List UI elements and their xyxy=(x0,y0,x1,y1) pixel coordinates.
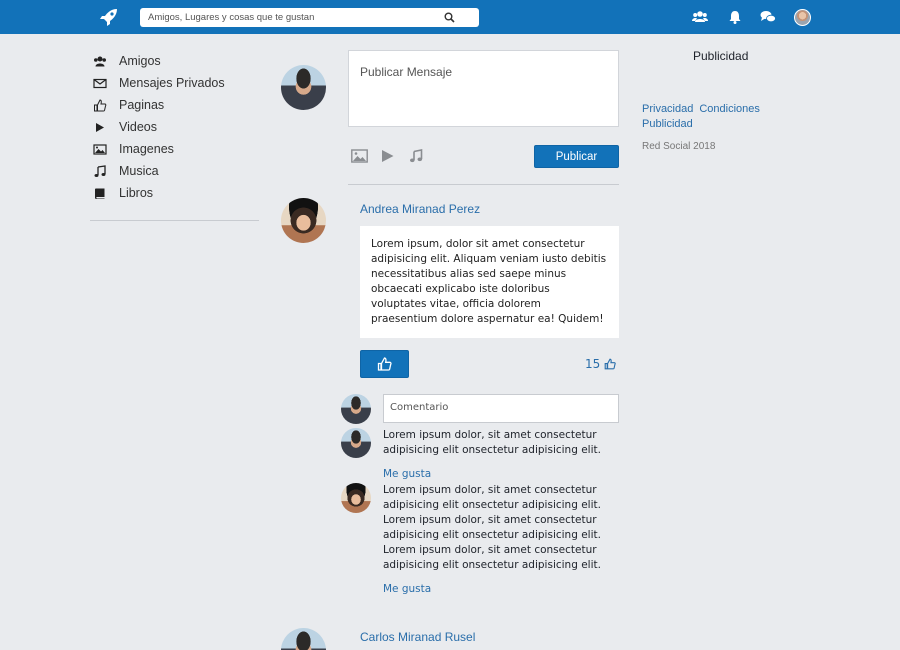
image-icon xyxy=(93,143,107,155)
sidebar-item-label: Paginas xyxy=(119,98,165,112)
post-author-avatar[interactable] xyxy=(281,198,326,243)
sidebar-item-mensajes[interactable]: Mensajes Privados xyxy=(90,72,259,94)
post-body: Lorem ipsum, dolor sit amet consectetur … xyxy=(360,226,619,338)
ad-title: Publicidad xyxy=(693,49,749,63)
post-author-name[interactable]: Carlos Miranad Rusel xyxy=(360,630,475,644)
comment-like-link[interactable]: Me gusta xyxy=(383,583,431,595)
copyright: Red Social 2018 xyxy=(642,141,716,152)
friends-icon[interactable] xyxy=(692,9,708,25)
thumbs-up-icon xyxy=(377,357,392,371)
sidebar-item-musica[interactable]: Musica xyxy=(90,160,259,182)
top-navbar xyxy=(0,0,900,34)
like-count-value: 15 xyxy=(585,357,601,371)
comment-like-link[interactable]: Me gusta xyxy=(383,468,431,480)
publish-button[interactable]: Publicar xyxy=(534,145,619,168)
post-author-name[interactable]: Andrea Miranad Perez xyxy=(360,202,480,216)
chat-icon[interactable] xyxy=(760,9,776,25)
thumbs-up-icon xyxy=(604,358,617,370)
search-input[interactable] xyxy=(140,8,440,27)
composer-avatar xyxy=(281,65,326,110)
image-icon[interactable] xyxy=(351,149,368,163)
left-sidebar: Amigos Mensajes Privados Paginas Videos … xyxy=(90,50,259,221)
search-box xyxy=(140,8,479,27)
envelope-icon xyxy=(93,78,107,88)
book-icon xyxy=(95,188,105,199)
music-icon[interactable] xyxy=(409,149,423,163)
sidebar-item-label: Imagenes xyxy=(119,142,174,156)
sidebar-item-label: Videos xyxy=(119,120,157,134)
like-button[interactable] xyxy=(360,350,409,378)
sidebar-item-label: Mensajes Privados xyxy=(119,76,225,90)
music-icon xyxy=(94,164,106,177)
comment-text: Lorem ipsum dolor, sit amet consectetur … xyxy=(383,484,601,571)
comment-avatar[interactable] xyxy=(341,483,371,513)
link-publicidad[interactable]: Publicidad xyxy=(642,118,693,130)
like-count: 15 xyxy=(585,357,617,371)
user-avatar[interactable] xyxy=(794,9,811,26)
video-icon[interactable] xyxy=(381,149,394,163)
sidebar-item-amigos[interactable]: Amigos xyxy=(90,50,259,72)
sidebar-item-videos[interactable]: Videos xyxy=(90,116,259,138)
link-privacidad[interactable]: Privacidad xyxy=(642,103,693,115)
sidebar-item-label: Musica xyxy=(119,164,159,178)
footer-links: Privacidad Condiciones Publicidad xyxy=(642,102,782,132)
sidebar-item-label: Libros xyxy=(119,186,154,200)
rocket-icon[interactable] xyxy=(99,8,119,26)
sidebar-item-libros[interactable]: Libros xyxy=(90,182,259,204)
commenter-avatar xyxy=(341,394,371,424)
comment-text: Lorem ipsum dolor, sit amet consectetur … xyxy=(383,429,601,456)
feed-divider xyxy=(348,184,619,185)
friends-icon xyxy=(94,56,106,66)
play-icon xyxy=(96,122,104,132)
post-author-avatar[interactable] xyxy=(281,628,326,650)
bell-icon[interactable] xyxy=(727,9,743,25)
sidebar-item-imagenes[interactable]: Imagenes xyxy=(90,138,259,160)
sidebar-divider xyxy=(90,220,259,221)
comment-avatar[interactable] xyxy=(341,428,371,458)
comment-input[interactable] xyxy=(383,394,619,423)
sidebar-item-label: Amigos xyxy=(119,54,161,68)
link-condiciones[interactable]: Condiciones xyxy=(699,103,760,115)
search-icon[interactable] xyxy=(444,12,455,23)
thumbs-up-icon xyxy=(94,98,107,111)
publish-message-input[interactable] xyxy=(348,50,619,127)
sidebar-item-paginas[interactable]: Paginas xyxy=(90,94,259,116)
